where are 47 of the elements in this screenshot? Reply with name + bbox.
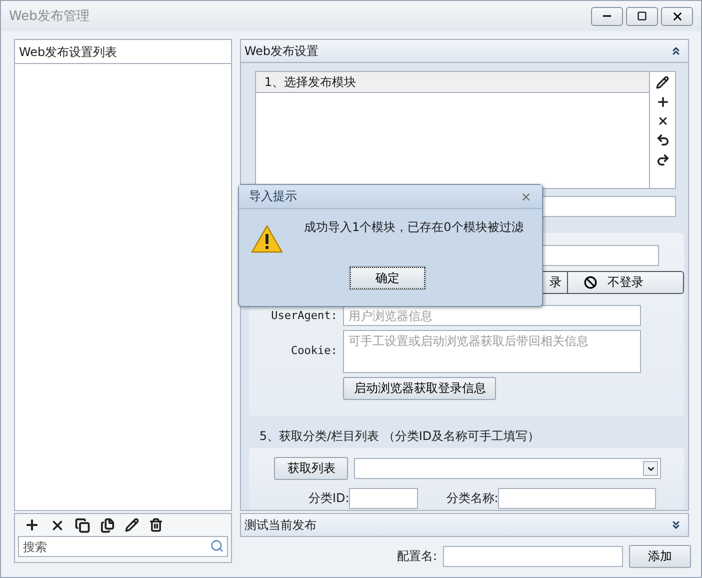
dialog-title: 导入提示 (249, 188, 297, 205)
trash-icon[interactable] (149, 518, 163, 532)
list-header: Web发布设置列表 (15, 40, 232, 64)
maximize-button[interactable] (626, 6, 658, 26)
field-label: 配置名: (396, 548, 437, 565)
plus-icon[interactable] (656, 95, 670, 109)
category-id-field[interactable] (349, 488, 418, 509)
panel-header[interactable]: 测试当前发布 (240, 513, 689, 537)
login-option[interactable]: 录 (472, 272, 568, 293)
undo-icon[interactable] (656, 133, 670, 147)
copy-icon[interactable] (75, 518, 90, 532)
plus-icon[interactable] (24, 517, 40, 533)
panel-title: Web发布设置 (244, 42, 319, 60)
expand-icon[interactable] (670, 519, 682, 531)
minimize-button[interactable] (591, 6, 623, 26)
config-name-field[interactable] (443, 546, 623, 567)
ban-icon (584, 276, 598, 289)
cookie-field[interactable]: 可手工设置或启动浏览器获取后带回相关信息 (343, 330, 642, 373)
field-label: UserAgent: (270, 309, 338, 322)
user-agent-field[interactable]: 用户浏览器信息 (343, 305, 642, 326)
module-header: 1、选择发布模块 (256, 72, 649, 93)
search-icon[interactable] (210, 539, 224, 553)
category-name-field[interactable] (498, 488, 656, 509)
close-icon (670, 10, 684, 22)
window-title: Web发布管理 (9, 8, 90, 25)
launch-browser-button[interactable]: 启动浏览器获取登录信息 (343, 377, 496, 400)
fetch-list-button[interactable]: 获取列表 (274, 457, 348, 480)
panel-header[interactable]: Web发布设置 (240, 39, 689, 63)
ok-button[interactable]: 确定 (350, 267, 425, 289)
field-label: 分类ID: (308, 490, 350, 507)
collapse-icon[interactable] (670, 45, 682, 57)
field-label: Cookie: (290, 344, 338, 357)
pencil-icon[interactable] (656, 76, 669, 89)
documents-icon[interactable] (100, 518, 115, 532)
maximize-icon (637, 11, 647, 21)
redo-icon[interactable] (656, 153, 670, 167)
dialog-message: 成功导入1个模块，已存在0个模块被过滤 (304, 219, 524, 236)
search-field[interactable]: 搜索 (18, 536, 228, 557)
pencil-icon[interactable] (125, 518, 139, 532)
warning-icon (251, 225, 283, 253)
section-title: 5、获取分类/栏目列表 （分类ID及名称可手工填写） (259, 428, 541, 445)
add-button[interactable]: 添加 (629, 545, 691, 568)
panel-title: 测试当前发布 (244, 516, 316, 534)
login-option[interactable]: 不登录 (567, 272, 660, 293)
close-button[interactable] (661, 6, 693, 26)
close-icon[interactable] (656, 115, 668, 127)
field-label: 分类名称: (445, 490, 498, 507)
